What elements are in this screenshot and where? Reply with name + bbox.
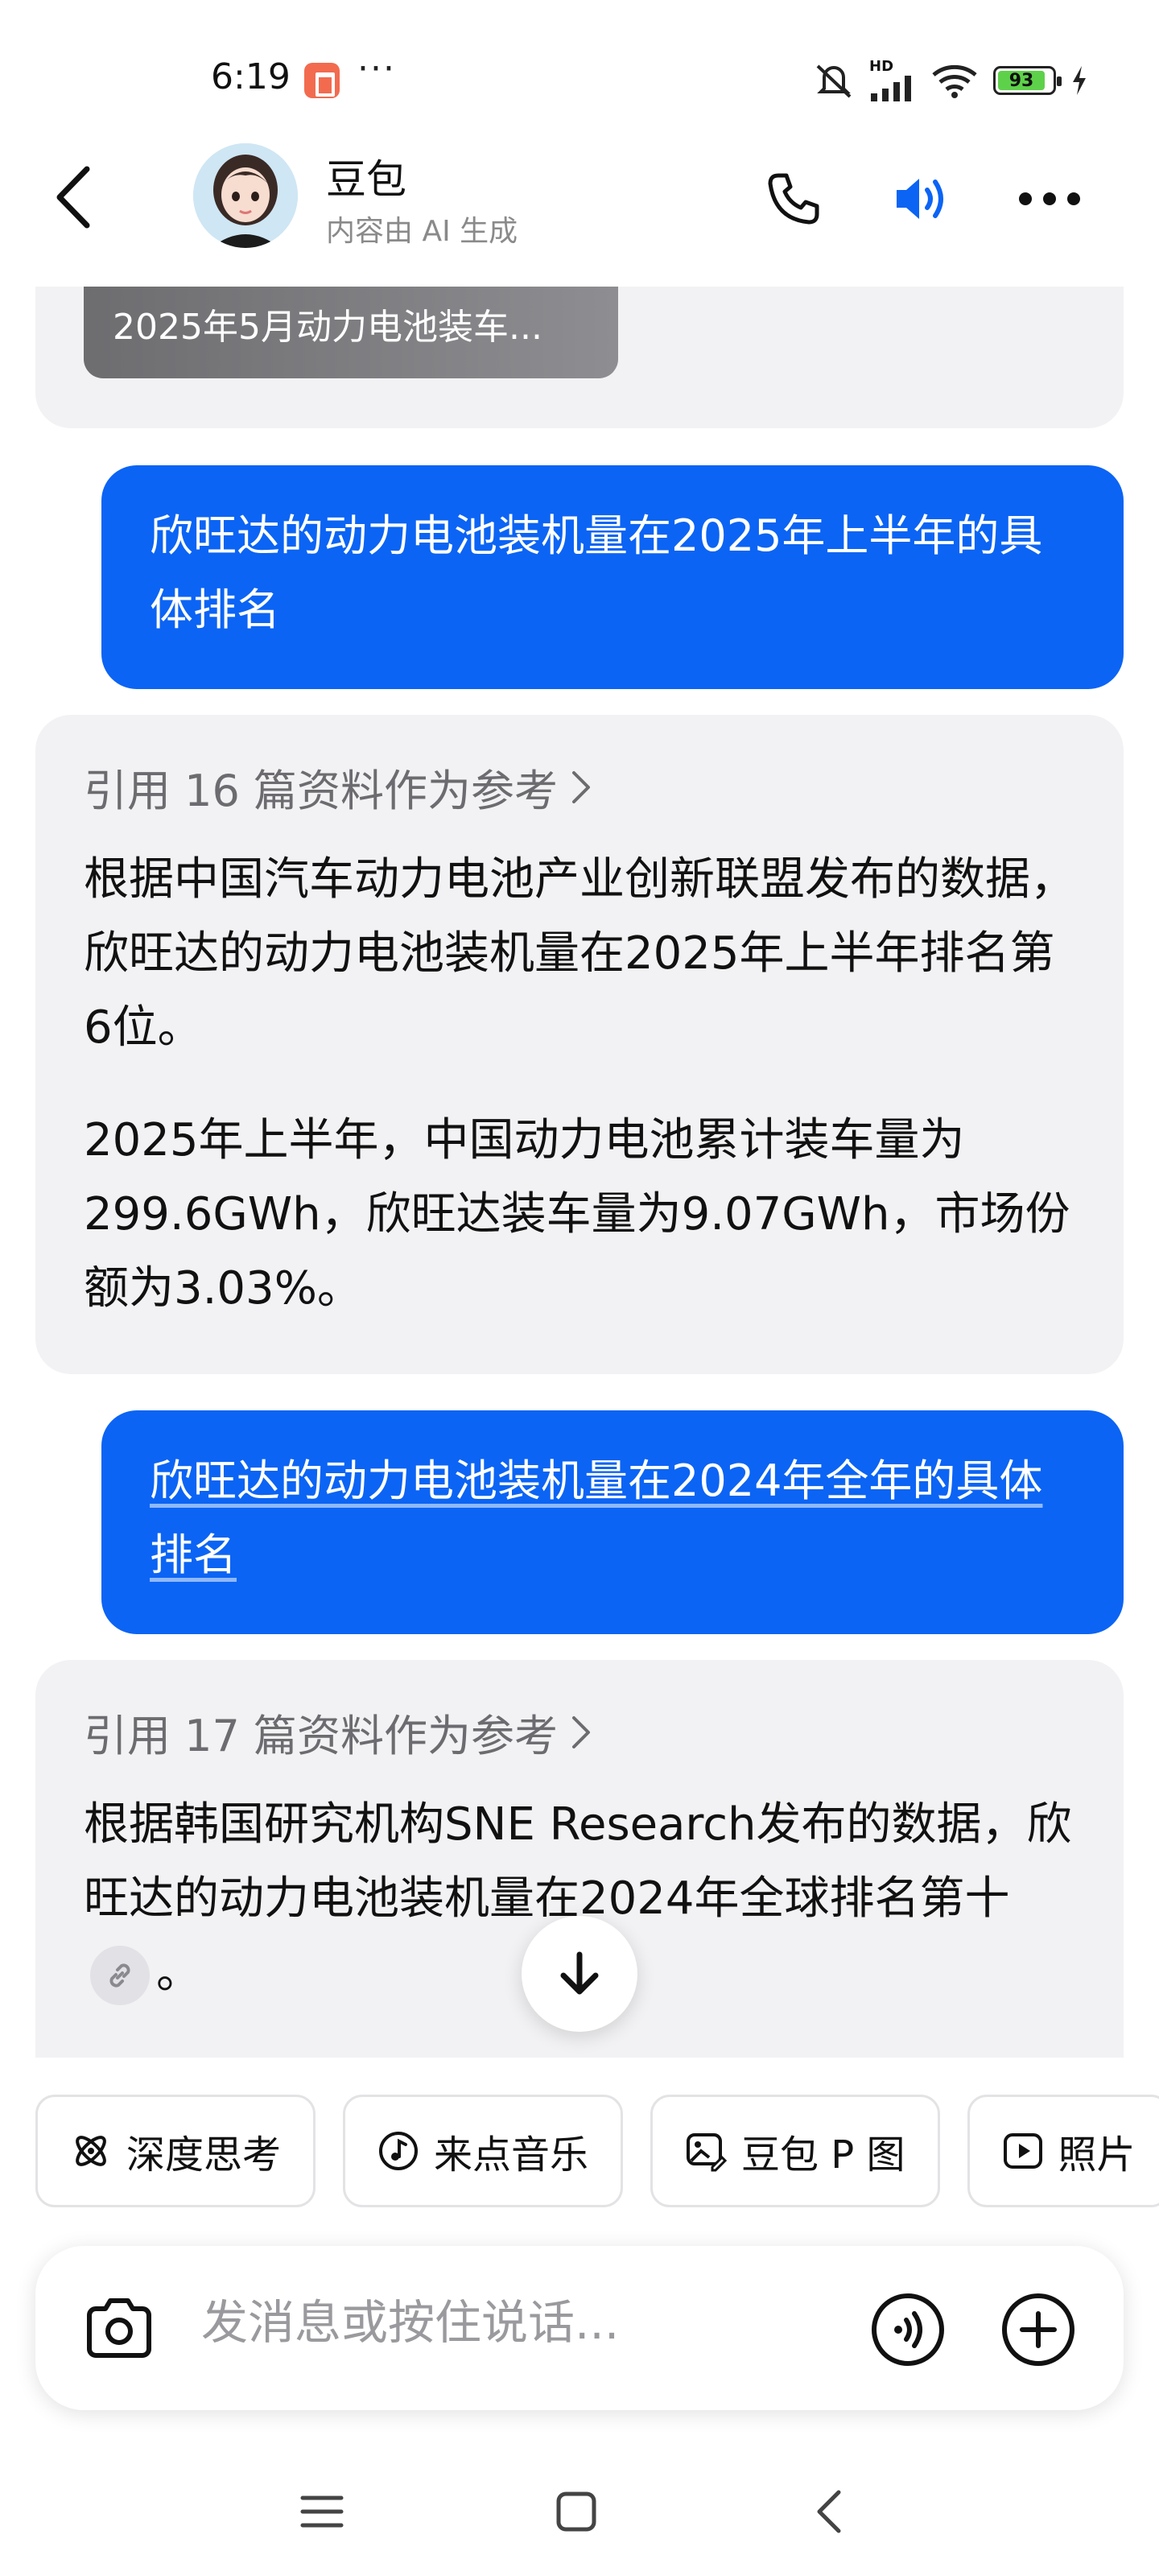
image-edit-icon xyxy=(687,2133,728,2172)
voice-wave-icon xyxy=(872,2293,944,2366)
arrow-down-icon xyxy=(560,1951,599,1995)
camera-button[interactable] xyxy=(80,2289,158,2367)
speaker-icon xyxy=(897,179,943,219)
quick-action-label: 豆包 P 图 xyxy=(741,2132,905,2178)
citation-link-button[interactable] xyxy=(90,1945,150,2005)
nav-back-button[interactable] xyxy=(789,2471,869,2552)
chat-scroll-area[interactable]: 2025年5月动力电池装车... 欣旺达的动力电池装机量在2025年上半年的具体… xyxy=(0,287,1159,2058)
avatar[interactable] xyxy=(193,143,298,248)
quick-actions-bar[interactable]: 深度思考 来点音乐 豆包 P 图 照片 xyxy=(35,2095,1159,2207)
status-time: 6:19 xyxy=(211,56,291,97)
quick-action-photo[interactable]: 照片 xyxy=(967,2095,1159,2207)
camera-icon xyxy=(87,2298,151,2358)
ai-message-previous: 2025年5月动力电池装车... xyxy=(35,287,1124,428)
link-icon xyxy=(109,1963,130,1988)
notification-app-icon xyxy=(304,63,340,98)
network-type-label: HD xyxy=(869,58,894,75)
message-input[interactable]: 发消息或按住说话... xyxy=(201,2285,619,2352)
user-message-text: 欣旺达的动力电池装机量在2024年全年的具体排名 xyxy=(150,1455,1043,1580)
quick-action-label: 来点音乐 xyxy=(434,2132,589,2178)
reference-card[interactable]: 2025年5月动力电池装车... xyxy=(84,287,618,378)
scroll-to-bottom-button[interactable] xyxy=(522,1916,637,2032)
battery-level: 93 xyxy=(998,71,1046,91)
quick-action-music[interactable]: 来点音乐 xyxy=(343,2095,624,2207)
video-icon xyxy=(1003,2133,1042,2169)
charging-icon xyxy=(1073,66,1086,95)
voice-call-button[interactable] xyxy=(868,2289,948,2370)
reference-count-text: 引用 17 篇资料作为参考 xyxy=(84,1711,559,1761)
quick-action-label: 深度思考 xyxy=(126,2132,282,2178)
voice-playback-button[interactable] xyxy=(889,165,956,233)
phone-icon xyxy=(768,173,819,225)
quick-action-deep-think[interactable]: 深度思考 xyxy=(35,2095,316,2207)
wifi-icon xyxy=(932,64,977,98)
atom-icon xyxy=(76,2136,106,2166)
music-icon xyxy=(379,2132,419,2170)
back-button[interactable] xyxy=(45,161,101,233)
reference-card-title: 2025年5月动力电池装车... xyxy=(113,307,542,348)
signal-icon xyxy=(871,76,911,101)
nav-menu-button[interactable] xyxy=(282,2471,362,2552)
status-icons: HD 93 xyxy=(813,58,1088,103)
ai-message-paragraph: 根据中国汽车动力电池产业创新联盟发布的数据，欣旺达的动力电池装机量在2025年上… xyxy=(84,853,1075,1054)
reference-link[interactable]: 引用 17 篇资料作为参考 xyxy=(84,1700,1075,1764)
home-icon xyxy=(556,2491,596,2532)
user-message: 欣旺达的动力电池装机量在2025年上半年的具体排名 xyxy=(101,465,1124,689)
chat-subtitle: 内容由 AI 生成 xyxy=(326,215,518,248)
more-button[interactable] xyxy=(1016,165,1083,233)
chat-title: 豆包 xyxy=(326,156,406,203)
user-message: 欣旺达的动力电池装机量在2024年全年的具体排名 xyxy=(101,1410,1124,1634)
mute-icon xyxy=(816,64,852,98)
plus-circle-icon xyxy=(1002,2293,1074,2366)
more-icon xyxy=(1019,192,1080,205)
nav-home-button[interactable] xyxy=(536,2471,617,2552)
reference-link[interactable]: 引用 16 篇资料作为参考 xyxy=(84,755,1075,819)
call-button[interactable] xyxy=(760,165,827,233)
menu-icon xyxy=(300,2496,344,2528)
ai-message-text: 。 xyxy=(156,1946,201,1999)
reference-count-text: 引用 16 篇资料作为参考 xyxy=(84,766,559,816)
add-attachment-button[interactable] xyxy=(998,2289,1079,2370)
ai-message-text: 根据韩国研究机构SNE Research发布的数据，欣旺达的动力电池装机量在20… xyxy=(84,1798,1072,1925)
ai-message: 引用 16 篇资料作为参考 根据中国汽车动力电池产业创新联盟发布的数据，欣旺达的… xyxy=(35,715,1124,1374)
user-message-text: 欣旺达的动力电池装机量在2025年上半年的具体排名 xyxy=(150,510,1043,635)
chevron-right-icon xyxy=(572,1715,591,1748)
back-icon xyxy=(56,166,90,229)
status-more-indicator: ··· xyxy=(357,48,396,89)
quick-action-label: 照片 xyxy=(1058,2132,1136,2178)
battery-icon: 93 xyxy=(993,66,1062,95)
nav-back-icon xyxy=(817,2490,841,2533)
ai-message-paragraph: 2025年上半年，中国动力电池累计装车量为299.6GWh，欣旺达装车量为9.0… xyxy=(84,1114,1070,1315)
chevron-right-icon xyxy=(572,770,591,803)
quick-action-photo-edit[interactable]: 豆包 P 图 xyxy=(650,2095,940,2207)
